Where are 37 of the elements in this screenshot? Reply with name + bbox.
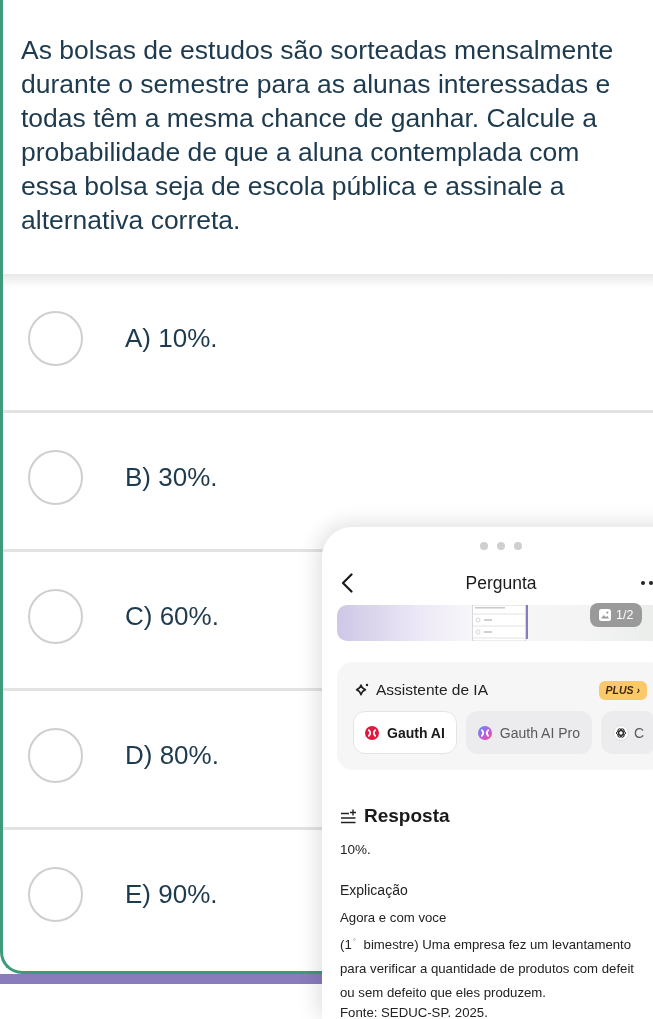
- explanation-line: Agora e com voce: [340, 909, 447, 927]
- option-label: D) 80%.: [125, 739, 219, 771]
- more-icon[interactable]: [641, 581, 653, 585]
- radio-button[interactable]: [28, 727, 83, 783]
- explanation-line: Fonte: SEDUC-SP. 2025.: [340, 1005, 488, 1019]
- logo-icon: [477, 725, 492, 740]
- answer-heading: Resposta: [364, 805, 450, 827]
- explanation-line: para verificar a quantidade de produtos com defeit: [340, 960, 634, 979]
- option-label: C) 60%.: [125, 600, 219, 632]
- option-label: A) 10%.: [125, 322, 218, 354]
- image-counter: 1/2: [616, 608, 634, 622]
- sparkle-icon: [355, 683, 369, 697]
- model-chip[interactable]: Gauth AI: [353, 711, 457, 754]
- panel-title: Pergunta: [465, 572, 537, 594]
- document-preview-drawing: [472, 605, 528, 641]
- option-label: E) 90%.: [125, 878, 218, 910]
- radio-button[interactable]: [28, 449, 83, 505]
- radio-button[interactable]: [28, 588, 83, 644]
- image-icon: [599, 609, 611, 621]
- plus-badge[interactable]: PLUS ›: [598, 680, 647, 700]
- model-chip[interactable]: C: [601, 711, 653, 754]
- option-label: B) 30%.: [125, 461, 218, 493]
- drag-handle-icon[interactable]: [480, 542, 522, 550]
- image-thumbnail[interactable]: [337, 605, 653, 641]
- explanation-heading: Explicação: [340, 881, 408, 900]
- logo-icon: [365, 725, 379, 740]
- radio-button[interactable]: [28, 310, 83, 366]
- list-icon: [340, 808, 357, 824]
- back-icon[interactable]: [341, 573, 353, 593]
- assistant-title: Assistente de IA: [376, 681, 488, 699]
- explanation-line: ou sem defeito que eles produzem.: [340, 984, 546, 1003]
- knot-icon: [613, 724, 629, 741]
- answer-value: 10%.: [340, 841, 371, 859]
- model-chip[interactable]: Gauth AI Pro: [465, 711, 592, 754]
- question-text: As bolsas de estudos são sorteadas mensalmente durante o semestre para as alunas interessadas e todas têm a mesma chance de ganhar. Calcule a probabilidade de que a aluna contemplada com essa bolsa seja de escola pública e assinale a alternativa correta.: [20, 34, 615, 237]
- radio-button[interactable]: [28, 866, 83, 922]
- explanation-line: (1$^{°}$ bimestre) Uma empresa fez um levantamento: [340, 936, 632, 955]
